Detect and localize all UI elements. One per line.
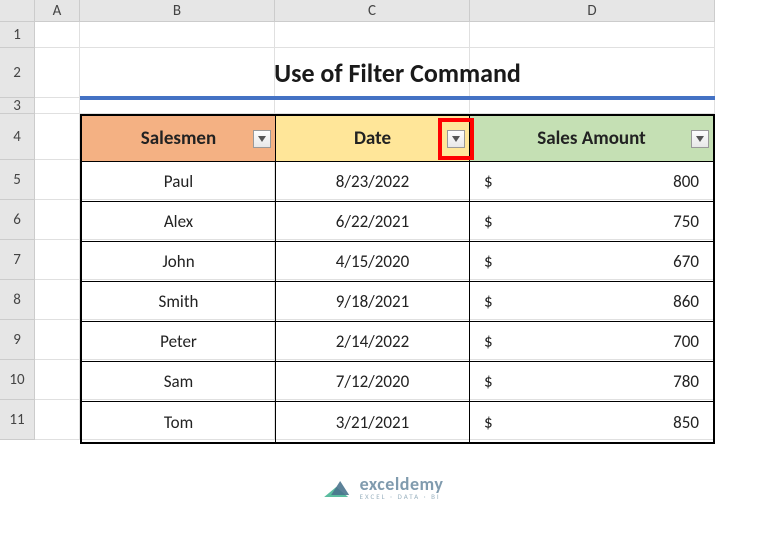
- header-salesmen-label: Salesmen: [141, 127, 216, 150]
- currency-symbol: $: [484, 371, 493, 392]
- table-header-row: Salesmen Date Sales Amount: [82, 116, 713, 162]
- table-row: Smith 9/18/2021 $ 860: [82, 282, 713, 322]
- amount-value: 750: [673, 211, 699, 232]
- currency-symbol: $: [484, 412, 493, 433]
- row-header-3[interactable]: 3: [0, 98, 35, 114]
- row-header-9[interactable]: 9: [0, 320, 35, 360]
- col-header-a[interactable]: A: [35, 0, 80, 22]
- cell-amount[interactable]: $ 850: [470, 402, 713, 442]
- spreadsheet: A B C D 1 2 3 4 5 6 7 8 9 10 11 Use of F…: [0, 0, 767, 534]
- cell-date[interactable]: 3/21/2021: [276, 402, 470, 442]
- watermark-sub: EXCEL · DATA · BI: [360, 493, 444, 500]
- table-row: Tom 3/21/2021 $ 850: [82, 402, 713, 442]
- chevron-down-icon: [258, 136, 266, 142]
- currency-symbol: $: [484, 331, 493, 352]
- row-header-10[interactable]: 10: [0, 360, 35, 400]
- column-headers: A B C D: [0, 0, 715, 22]
- cell-salesman[interactable]: Paul: [82, 162, 276, 201]
- header-date-label: Date: [354, 127, 391, 150]
- cell-amount[interactable]: $ 860: [470, 282, 713, 321]
- cell-salesman[interactable]: Peter: [82, 322, 276, 361]
- table-row: Peter 2/14/2022 $ 700: [82, 322, 713, 362]
- header-date[interactable]: Date: [276, 116, 470, 161]
- watermark-icon: [324, 478, 352, 498]
- row-header-5[interactable]: 5: [0, 160, 35, 200]
- filter-date-button[interactable]: [447, 130, 465, 148]
- cell-amount[interactable]: $ 700: [470, 322, 713, 361]
- cell-amount[interactable]: $ 750: [470, 202, 713, 241]
- title-underline: [80, 96, 715, 100]
- amount-value: 850: [673, 412, 699, 433]
- row-header-8[interactable]: 8: [0, 280, 35, 320]
- row-header-11[interactable]: 11: [0, 400, 35, 440]
- data-table: Salesmen Date Sales Amount Paul 8/23/20: [80, 114, 715, 444]
- table-row: Alex 6/22/2021 $ 750: [82, 202, 713, 242]
- row-headers: 1 2 3 4 5 6 7 8 9 10 11: [0, 22, 35, 440]
- amount-value: 700: [673, 331, 699, 352]
- cell-salesman[interactable]: Sam: [82, 362, 276, 401]
- cell-date[interactable]: 2/14/2022: [276, 322, 470, 361]
- col-header-d[interactable]: D: [470, 0, 715, 22]
- cell-date[interactable]: 4/15/2020: [276, 242, 470, 281]
- header-amount-label: Sales Amount: [537, 127, 645, 150]
- chevron-down-icon: [452, 136, 460, 142]
- header-salesmen[interactable]: Salesmen: [82, 116, 276, 161]
- cell-salesman[interactable]: Smith: [82, 282, 276, 321]
- amount-value: 860: [673, 291, 699, 312]
- row-header-4[interactable]: 4: [0, 114, 35, 160]
- cell-date[interactable]: 7/12/2020: [276, 362, 470, 401]
- page-title-cell: Use of Filter Command: [80, 48, 715, 98]
- select-all-corner[interactable]: [0, 0, 35, 22]
- filter-amount-button[interactable]: [691, 130, 709, 148]
- cell-date[interactable]: 9/18/2021: [276, 282, 470, 321]
- currency-symbol: $: [484, 291, 493, 312]
- currency-symbol: $: [484, 171, 493, 192]
- cell-date[interactable]: 8/23/2022: [276, 162, 470, 201]
- amount-value: 670: [673, 251, 699, 272]
- cell-salesman[interactable]: Alex: [82, 202, 276, 241]
- watermark: exceldemy EXCEL · DATA · BI: [324, 475, 444, 500]
- cell-salesman[interactable]: John: [82, 242, 276, 281]
- currency-symbol: $: [484, 251, 493, 272]
- row-header-1[interactable]: 1: [0, 22, 35, 48]
- col-header-b[interactable]: B: [80, 0, 275, 22]
- row-header-7[interactable]: 7: [0, 240, 35, 280]
- amount-value: 780: [673, 371, 699, 392]
- table-row: John 4/15/2020 $ 670: [82, 242, 713, 282]
- chevron-down-icon: [696, 136, 704, 142]
- row-header-2[interactable]: 2: [0, 48, 35, 98]
- table-row: Sam 7/12/2020 $ 780: [82, 362, 713, 402]
- watermark-brand: exceldemy: [360, 475, 444, 493]
- table-row: Paul 8/23/2022 $ 800: [82, 162, 713, 202]
- row-header-6[interactable]: 6: [0, 200, 35, 240]
- cell-amount[interactable]: $ 670: [470, 242, 713, 281]
- cell-date[interactable]: 6/22/2021: [276, 202, 470, 241]
- page-title: Use of Filter Command: [274, 57, 521, 89]
- header-amount[interactable]: Sales Amount: [470, 116, 713, 161]
- cell-salesman[interactable]: Tom: [82, 402, 276, 442]
- amount-value: 800: [673, 171, 699, 192]
- cell-amount[interactable]: $ 800: [470, 162, 713, 201]
- currency-symbol: $: [484, 211, 493, 232]
- cell-amount[interactable]: $ 780: [470, 362, 713, 401]
- col-header-c[interactable]: C: [275, 0, 470, 22]
- filter-salesmen-button[interactable]: [253, 130, 271, 148]
